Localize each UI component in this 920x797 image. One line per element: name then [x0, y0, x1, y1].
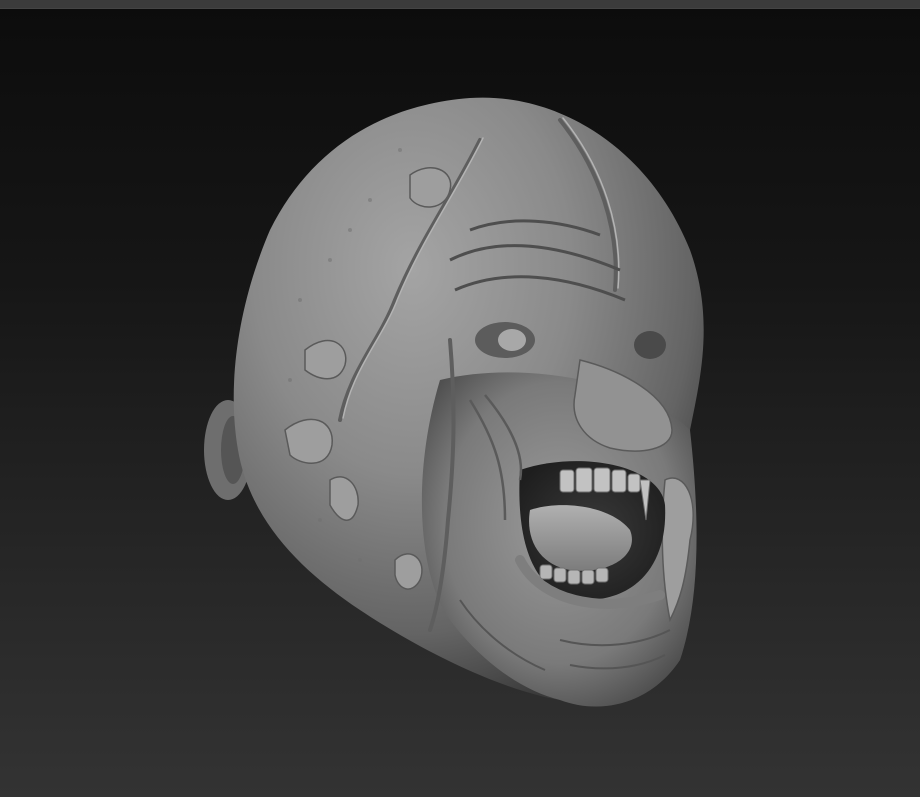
canvas-viewport[interactable] [0, 0, 920, 797]
sculpted-head-model[interactable] [0, 0, 920, 797]
